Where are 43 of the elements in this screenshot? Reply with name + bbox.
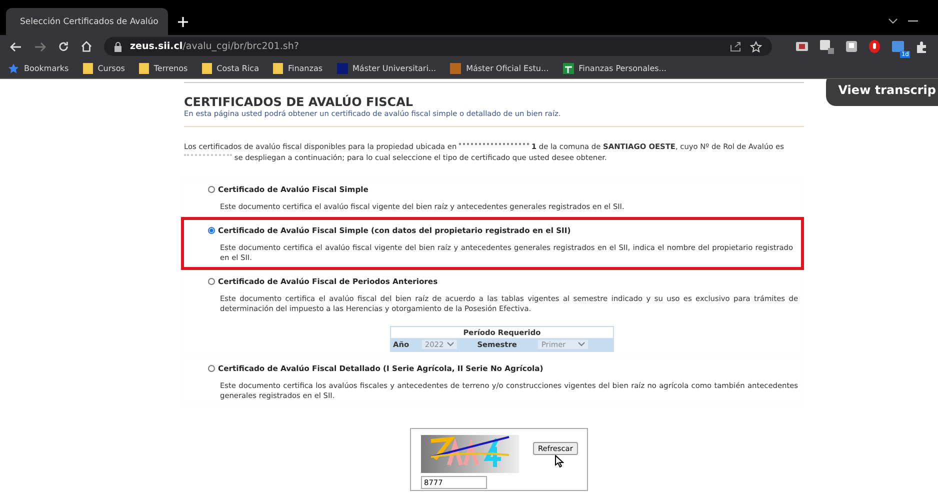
chevron-down-icon[interactable]	[888, 18, 898, 24]
minimize-icon[interactable]	[908, 20, 918, 22]
share-icon[interactable]	[730, 41, 742, 52]
extension-icon[interactable]	[846, 41, 857, 52]
puzzle-icon[interactable]	[916, 40, 928, 52]
extension-icon[interactable]	[820, 40, 834, 54]
page-title: CERTIFICADOS DE AVALÚO FISCAL	[184, 95, 414, 109]
cross-icon	[562, 62, 574, 74]
forward-icon[interactable]	[34, 42, 46, 52]
site-icon	[450, 62, 462, 74]
home-icon[interactable]	[81, 41, 92, 52]
bookmark-item[interactable]: Máster Oficial Estu...	[450, 62, 549, 74]
bookmark-item[interactable]: Costa Rica	[202, 62, 259, 74]
folder-icon	[202, 62, 212, 74]
bookmark-item[interactable]: Finanzas	[272, 62, 323, 74]
new-tab-icon[interactable]	[178, 16, 188, 26]
radio-button[interactable]	[208, 186, 215, 193]
tab-title: Selección Certificados de Avalúo	[20, 16, 158, 26]
bookmark-item[interactable]: Cursos	[82, 62, 125, 74]
reload-icon[interactable]	[58, 41, 69, 52]
address-bar[interactable]: zeus.sii.cl/avalu_cgi/br/brc201.sh?	[104, 37, 772, 56]
folder-icon	[272, 62, 283, 74]
radio-button[interactable]	[208, 278, 215, 285]
bookmark-item[interactable]: Bookmarks	[8, 62, 69, 74]
bookmark-item[interactable]: Finanzas Personales...	[562, 62, 666, 74]
radio-button[interactable]	[208, 365, 215, 372]
folder-icon	[82, 62, 93, 74]
microphone-icon[interactable]	[869, 40, 880, 53]
caret-icon	[578, 342, 586, 347]
cursor-icon	[555, 455, 564, 468]
extension-icon[interactable]	[796, 42, 808, 51]
lock-icon	[114, 42, 122, 52]
radio-button[interactable]	[208, 227, 215, 234]
folder-icon	[138, 62, 149, 74]
site-icon	[336, 62, 348, 74]
star-icon	[8, 62, 19, 74]
transcript-button[interactable]: View transcrip	[826, 79, 938, 106]
star-icon[interactable]	[750, 40, 762, 52]
browser-tab[interactable]: Selección Certificados de Avalúo	[6, 8, 168, 35]
bookmark-item[interactable]: Máster Universitari...	[336, 62, 436, 74]
caret-icon	[446, 342, 454, 347]
bookmark-item[interactable]: Terrenos	[138, 62, 188, 74]
back-icon[interactable]	[10, 42, 22, 52]
